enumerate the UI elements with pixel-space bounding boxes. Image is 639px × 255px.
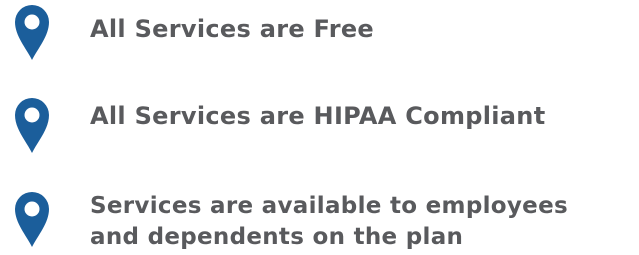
feature-text: All Services are Free (90, 15, 375, 43)
map-pin-icon (12, 95, 52, 155)
map-pin-icon (12, 189, 52, 249)
feature-text-line-2: and dependents on the plan (90, 224, 464, 250)
feature-text: All Services are HIPAA Compliant (90, 102, 546, 130)
feature-text: Services are available to employees and … (90, 191, 637, 253)
feature-text-line-1: Services are available to employees (90, 193, 568, 219)
map-pin-icon (12, 2, 52, 62)
